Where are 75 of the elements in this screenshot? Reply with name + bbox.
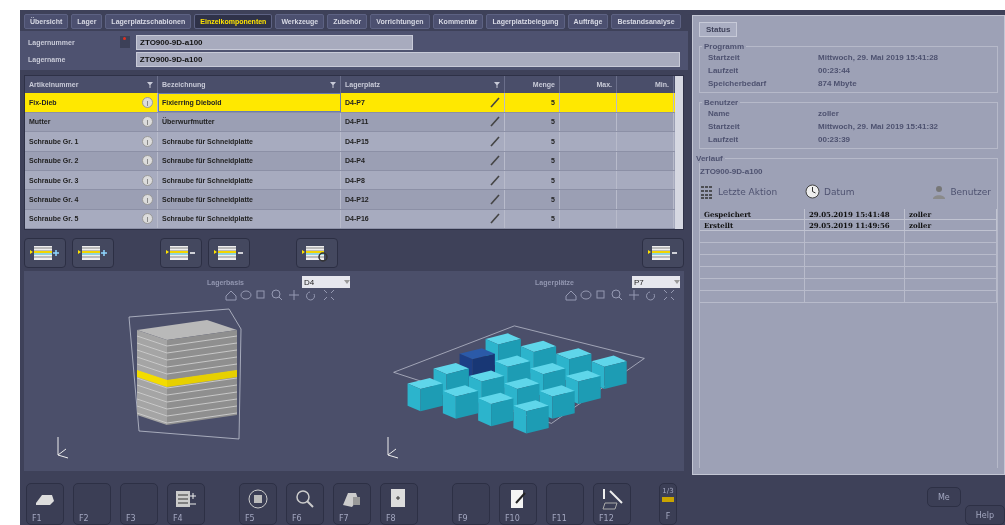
scrollbar[interactable] bbox=[675, 76, 683, 229]
info-value: zoller bbox=[818, 109, 840, 118]
rotate-part-icon bbox=[246, 487, 270, 511]
section-title: Benutzer bbox=[703, 98, 740, 107]
info-label: Startzeit bbox=[708, 53, 741, 62]
add-row-button[interactable] bbox=[24, 238, 66, 268]
function-key[interactable]: F6 bbox=[286, 483, 324, 525]
list-icon bbox=[700, 184, 714, 199]
section-title: Verlauf bbox=[695, 154, 724, 163]
pencil-icon[interactable] bbox=[490, 174, 500, 186]
function-key[interactable]: F8 bbox=[380, 483, 418, 525]
filter-icon[interactable] bbox=[330, 81, 336, 88]
info-label: Laufzeit bbox=[708, 66, 740, 75]
info-value: Mittwoch, 29. Mai 2019 15:41:28 bbox=[818, 53, 940, 62]
filter-icon[interactable] bbox=[147, 81, 153, 88]
info-label: Speicherbedarf bbox=[708, 79, 768, 88]
function-key[interactable]: F4 bbox=[167, 483, 205, 525]
info-value: 00:23:44 bbox=[818, 66, 852, 75]
caret-icon bbox=[344, 280, 350, 284]
function-key[interactable]: F5 bbox=[239, 483, 277, 525]
info-icon[interactable] bbox=[142, 213, 153, 225]
location-dropdown[interactable]: D4 bbox=[302, 276, 350, 288]
pencil-icon[interactable] bbox=[490, 213, 500, 225]
remove-row-button[interactable] bbox=[642, 238, 684, 268]
table-remove-row-icon bbox=[165, 244, 197, 262]
section-title: Programm bbox=[703, 42, 745, 51]
caret-icon bbox=[674, 280, 680, 284]
info-value: Mittwoch, 29. Mai 2019 15:41:32 bbox=[818, 122, 940, 131]
function-key[interactable]: F3 bbox=[120, 483, 158, 525]
function-key[interactable]: F12 bbox=[593, 483, 631, 525]
tab[interactable]: Status bbox=[699, 22, 738, 37]
info-icon[interactable] bbox=[142, 97, 153, 109]
remove-row-button[interactable] bbox=[208, 238, 250, 268]
function-key[interactable]: F1 bbox=[26, 483, 64, 525]
pencil-icon[interactable] bbox=[490, 155, 500, 167]
pencil-icon[interactable] bbox=[490, 116, 500, 128]
column-header: Datum bbox=[824, 186, 855, 197]
search-button[interactable] bbox=[296, 238, 338, 268]
add-row-button[interactable] bbox=[72, 238, 114, 268]
info-label: Laufzeit bbox=[708, 135, 740, 144]
input-field[interactable]: ZTO900-9D-a100 bbox=[136, 34, 413, 50]
info-value: 874 Mbyte bbox=[818, 79, 858, 88]
table-remove-row-icon bbox=[647, 244, 679, 262]
info-value: 00:23:39 bbox=[818, 135, 852, 144]
function-key[interactable]: F10 bbox=[499, 483, 537, 525]
clock-icon bbox=[805, 184, 820, 199]
column-header: Letzte Aktion bbox=[718, 186, 778, 197]
history-subtitle: ZTO900-9D-a100 bbox=[700, 167, 764, 176]
user-icon bbox=[932, 184, 947, 199]
table-add-row-icon bbox=[29, 244, 61, 262]
info-label: Name bbox=[708, 109, 731, 118]
page-bar-icon bbox=[662, 497, 674, 502]
info-label: Startzeit bbox=[708, 122, 741, 131]
info-icon[interactable] bbox=[142, 193, 153, 205]
pencil-icon[interactable] bbox=[490, 97, 500, 109]
pencil-icon[interactable] bbox=[490, 135, 500, 147]
tools-icon bbox=[600, 487, 624, 511]
filter-icon[interactable] bbox=[494, 81, 500, 88]
side-button[interactable]: Help bbox=[964, 505, 1005, 525]
column-header: Benutzer bbox=[950, 186, 991, 197]
pencil-icon[interactable] bbox=[490, 193, 500, 205]
remove-row-button[interactable] bbox=[160, 238, 202, 268]
table-remove-row-icon bbox=[213, 244, 245, 262]
side-button[interactable]: Me bbox=[926, 487, 961, 507]
location-dropdown[interactable]: P7 bbox=[632, 276, 680, 288]
info-icon[interactable] bbox=[142, 116, 153, 128]
info-icon[interactable] bbox=[142, 135, 153, 147]
function-key[interactable]: F9 bbox=[452, 483, 490, 525]
info-icon[interactable] bbox=[142, 174, 153, 186]
input-field[interactable]: ZTO900-9D-a100 bbox=[135, 51, 680, 67]
function-key[interactable]: F7 bbox=[333, 483, 371, 525]
function-key[interactable]: F11 bbox=[546, 483, 584, 525]
function-key[interactable]: F2 bbox=[73, 483, 111, 525]
table-add-row-icon bbox=[77, 244, 109, 262]
info-icon[interactable] bbox=[142, 155, 153, 167]
